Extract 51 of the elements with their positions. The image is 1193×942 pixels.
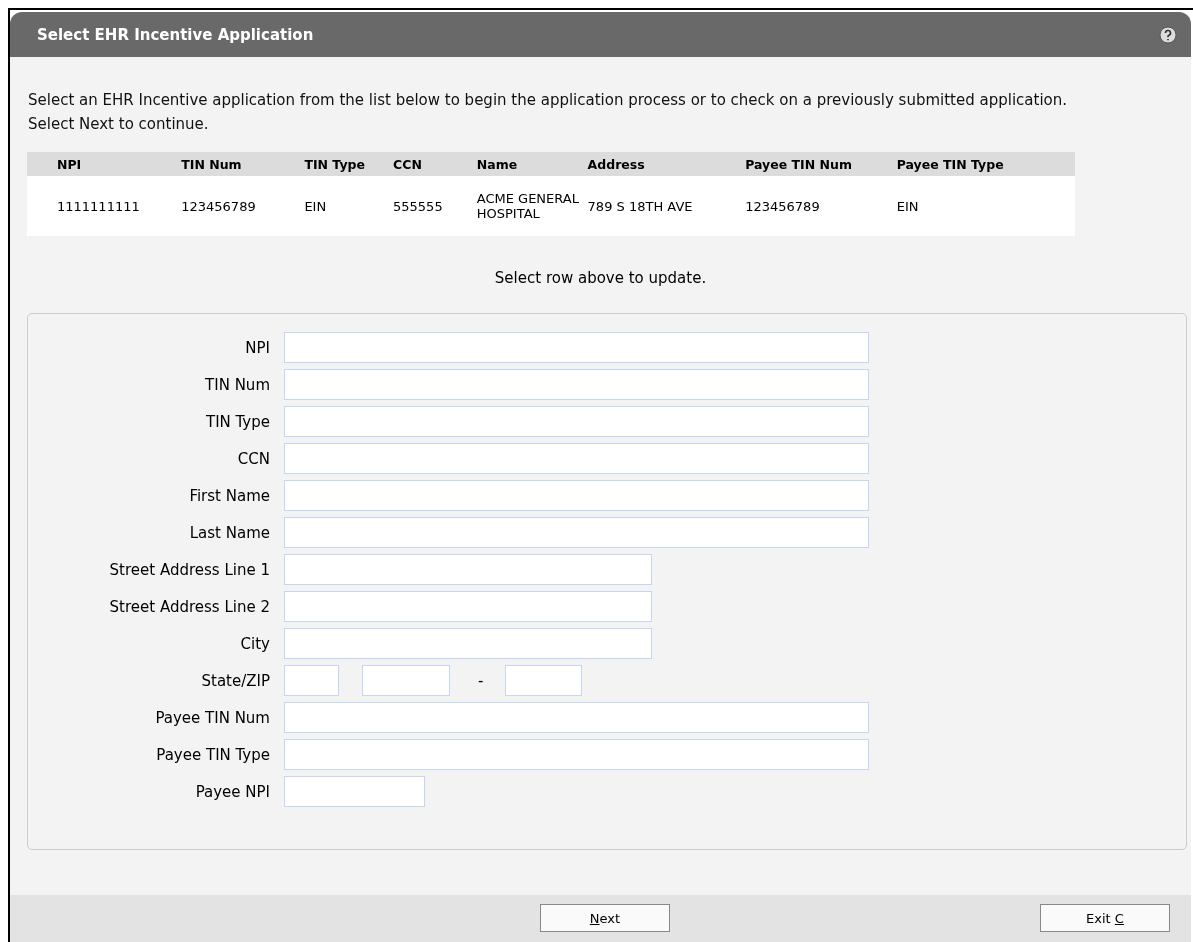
column-header: Name	[472, 152, 584, 176]
input-field[interactable]	[284, 406, 869, 437]
column-header: TIN Num	[177, 152, 301, 176]
table-cell[interactable]: 1111111111	[27, 176, 178, 236]
zip-separator: -	[478, 671, 484, 690]
exit-button[interactable]: Exit C	[1040, 904, 1170, 932]
input-field[interactable]	[284, 776, 425, 807]
field-label: CCN	[236, 449, 270, 468]
input-field[interactable]	[284, 369, 869, 400]
table-cell[interactable]: 123456789	[741, 176, 893, 236]
field-label: Payee TIN Num	[154, 708, 270, 727]
field-label: First Name	[188, 486, 270, 505]
input-field[interactable]	[284, 517, 869, 548]
zip-extension-field[interactable]	[505, 665, 583, 696]
input-field[interactable]	[284, 480, 869, 511]
table-cell[interactable]: 789 S 18TH AVE	[583, 176, 742, 236]
next-button[interactable]: Next	[540, 904, 670, 932]
column-header: TIN Type	[300, 152, 390, 176]
zip-field[interactable]	[362, 665, 450, 696]
field-label: City	[239, 634, 270, 653]
input-field[interactable]	[284, 443, 869, 474]
column-header: NPI	[27, 152, 178, 176]
state-field[interactable]	[284, 665, 339, 696]
table-cell[interactable]: EIN	[892, 176, 1075, 236]
input-field[interactable]	[284, 739, 869, 770]
column-header: Payee TIN Num	[741, 152, 893, 176]
input-field[interactable]	[284, 332, 869, 363]
column-header: CCN	[389, 152, 473, 176]
help-icon[interactable]	[1159, 25, 1177, 44]
instructions-text: Select an EHR Incentive application from the list below to begin the application process or to check on a previously submitted application. Select Next to continue.	[28, 90, 1068, 135]
table-cell[interactable]: 555555	[389, 176, 473, 236]
field-label: TIN Num	[204, 375, 270, 394]
table-cell[interactable]: ACME GENERAL HOSPITAL	[472, 176, 584, 236]
table-cell[interactable]: EIN	[300, 176, 390, 236]
input-field[interactable]	[284, 591, 652, 622]
hint-text: Select row above to update.	[493, 269, 708, 287]
window-title: Select EHR Incentive Application	[37, 25, 314, 44]
field-label: Street Address Line 1	[108, 560, 270, 579]
input-field[interactable]	[284, 628, 652, 659]
field-label: Street Address Line 2	[108, 597, 270, 616]
field-label: Payee NPI	[194, 782, 270, 801]
input-field[interactable]	[284, 554, 652, 585]
field-label: TIN Type	[204, 412, 270, 431]
column-header: Address	[583, 152, 742, 176]
field-label: Payee TIN Type	[155, 745, 270, 764]
column-header: Payee TIN Type	[892, 152, 1075, 176]
field-label: NPI	[244, 338, 270, 357]
input-field[interactable]	[284, 702, 869, 733]
field-label: Last Name	[188, 523, 270, 542]
table-cell[interactable]: 123456789	[177, 176, 301, 236]
field-label: State/ZIP	[200, 671, 270, 690]
